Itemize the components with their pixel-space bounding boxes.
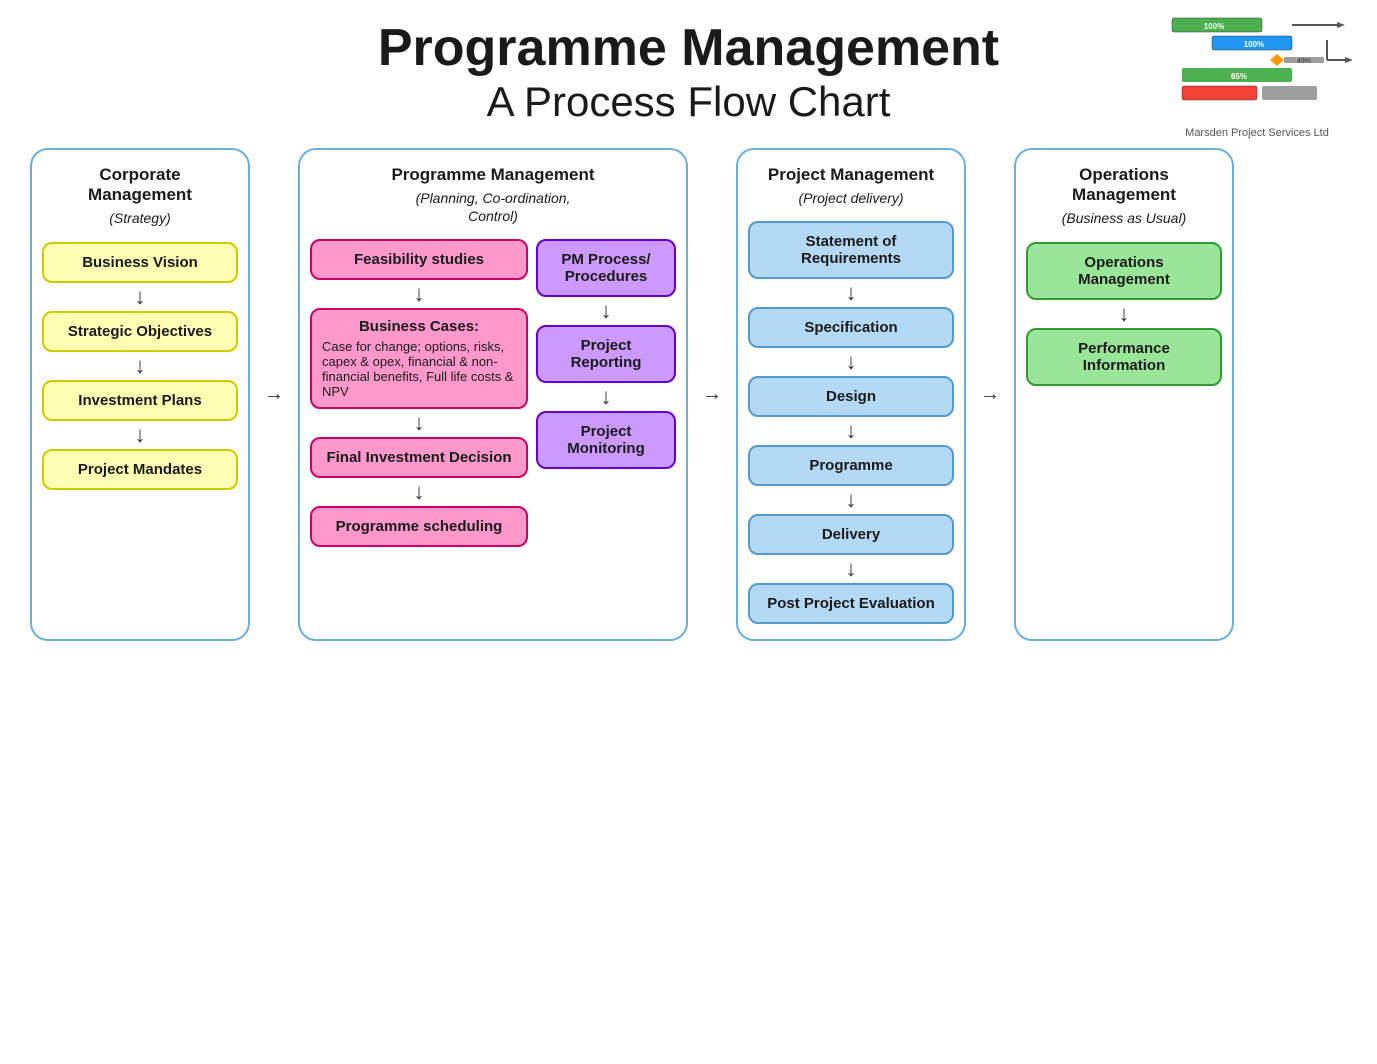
arrow-r2: ↓ — [601, 386, 612, 408]
operations-title: Operations Management — [1026, 165, 1222, 206]
logo-text: Marsden Project Services Ltd — [1157, 127, 1357, 139]
investment-plans-box: Investment Plans — [42, 380, 238, 421]
svg-text:100%: 100% — [1244, 40, 1264, 49]
arrow-1: ↓ — [135, 286, 146, 308]
main-title: Programme Management — [30, 20, 1347, 77]
logo-gantt-chart: 100% 100% 49% 65% — [1162, 10, 1352, 120]
feasibility-studies-box: Feasibility studies — [310, 239, 528, 280]
logo-area: 100% 100% 49% 65% — [1157, 10, 1357, 139]
design-box: Design — [748, 376, 954, 417]
arrow-2: ↓ — [135, 355, 146, 377]
arrow-p1: ↓ — [414, 283, 425, 305]
arrow-pr3: ↓ — [846, 420, 857, 442]
programme-title: Programme Management — [391, 165, 594, 185]
operations-column: Operations Management (Business as Usual… — [1014, 148, 1234, 642]
business-cases-box: Business Cases: Case for change; options… — [310, 308, 528, 409]
flowchart: CorporateManagement (Strategy) Business … — [30, 148, 1347, 642]
pm-process-box: PM Process/ Procedures — [536, 239, 676, 297]
final-investment-decision-box: Final Investment Decision — [310, 437, 528, 478]
project-title: Project Management — [768, 165, 934, 185]
corporate-column: CorporateManagement (Strategy) Business … — [30, 148, 250, 642]
arrow-p3: ↓ — [414, 481, 425, 503]
arrow-r1: ↓ — [601, 300, 612, 322]
sub-title: A Process Flow Chart — [30, 77, 1347, 127]
statement-requirements-box: Statement of Requirements — [748, 221, 954, 279]
programme-inner: Feasibility studies ↓ Business Cases: Ca… — [310, 239, 676, 547]
arrow-op1: ↓ — [1119, 303, 1130, 325]
header: Programme Management A Process Flow Char… — [30, 20, 1347, 128]
programme-column: Programme Management (Planning, Co-ordin… — [298, 148, 688, 642]
strategic-objectives-box: Strategic Objectives — [42, 311, 238, 352]
project-column: Project Management (Project delivery) St… — [736, 148, 966, 642]
programme-box: Programme — [748, 445, 954, 486]
programme-subtitle: (Planning, Co-ordination,Control) — [416, 189, 571, 225]
proj-to-ops-arrow: → — [978, 148, 1002, 642]
business-cases-detail: Case for change; options, risks, capex &… — [322, 339, 513, 399]
delivery-box: Delivery — [748, 514, 954, 555]
programme-right: PM Process/ Procedures ↓ Project Reporti… — [536, 239, 676, 547]
specification-box: Specification — [748, 307, 954, 348]
post-project-evaluation-box: Post Project Evaluation — [748, 583, 954, 624]
svg-text:100%: 100% — [1204, 22, 1224, 31]
arrow-pr5: ↓ — [846, 558, 857, 580]
page: Programme Management A Process Flow Char… — [0, 0, 1377, 1064]
programme-left: Feasibility studies ↓ Business Cases: Ca… — [310, 239, 528, 547]
svg-text:65%: 65% — [1231, 72, 1247, 81]
svg-text:49%: 49% — [1297, 58, 1311, 65]
corporate-title: CorporateManagement — [88, 165, 192, 206]
operations-subtitle: (Business as Usual) — [1062, 209, 1187, 227]
project-subtitle: (Project delivery) — [798, 189, 903, 207]
arrow-pr4: ↓ — [846, 489, 857, 511]
arrow-pr2: ↓ — [846, 351, 857, 373]
project-monitoring-box: Project Monitoring — [536, 411, 676, 469]
arrow-3: ↓ — [135, 424, 146, 446]
programme-scheduling-box: Programme scheduling — [310, 506, 528, 547]
project-reporting-box: Project Reporting — [536, 325, 676, 383]
business-vision-box: Business Vision — [42, 242, 238, 283]
business-cases-title: Business Cases: — [322, 318, 516, 335]
performance-information-box: Performance Information — [1026, 328, 1222, 386]
prog-to-proj-arrow: → — [700, 148, 724, 642]
arrow-p2: ↓ — [414, 412, 425, 434]
arrow-pr1: ↓ — [846, 282, 857, 304]
corporate-subtitle: (Strategy) — [109, 209, 170, 227]
corp-to-prog-arrow: → — [262, 148, 286, 642]
project-mandates-box: Project Mandates — [42, 449, 238, 490]
operations-management-box: Operations Management — [1026, 242, 1222, 300]
